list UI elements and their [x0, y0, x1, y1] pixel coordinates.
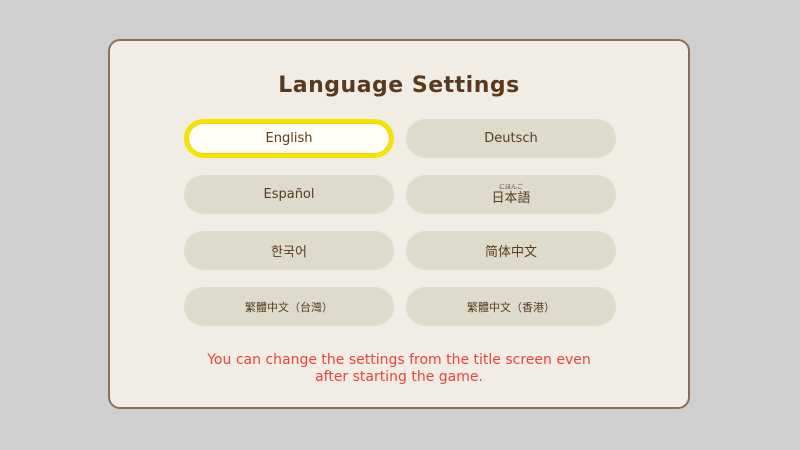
language-option-simplified-chinese[interactable]: 简体中文	[406, 231, 616, 270]
language-option-spanish[interactable]: Español	[184, 175, 394, 214]
language-option-label: Español	[263, 187, 315, 202]
screen-background: Language Settings English Deutsch Españo…	[0, 0, 800, 450]
language-option-label: 日本語	[491, 190, 531, 206]
language-option-label: English	[265, 131, 313, 146]
settings-note: You can change the settings from the tit…	[110, 352, 688, 386]
language-option-japanese[interactable]: にほんご 日本語	[406, 175, 616, 214]
settings-note-line-1: You can change the settings from the tit…	[207, 352, 591, 368]
language-option-traditional-chinese-hongkong[interactable]: 繁體中文（香港）	[406, 287, 616, 326]
language-option-english[interactable]: English	[184, 119, 394, 158]
language-settings-dialog: Language Settings English Deutsch Españo…	[108, 39, 690, 409]
language-option-german[interactable]: Deutsch	[406, 119, 616, 158]
dialog-title: Language Settings	[278, 73, 520, 98]
ruby-text: にほんご 日本語	[491, 183, 531, 206]
language-option-traditional-chinese-taiwan[interactable]: 繁體中文（台灣）	[184, 287, 394, 326]
language-option-furigana: にほんご	[498, 183, 523, 191]
language-option-label: 繁體中文（香港）	[467, 300, 555, 314]
language-options-grid: English Deutsch Español にほんご 日本語 한국어 简体中…	[184, 119, 616, 326]
language-option-korean[interactable]: 한국어	[184, 231, 394, 270]
language-option-label: 繁體中文（台灣）	[245, 300, 333, 314]
settings-note-line-2: after starting the game.	[315, 369, 483, 385]
language-option-label: 한국어	[271, 245, 307, 260]
language-option-label: 简体中文	[484, 245, 537, 260]
language-option-label: Deutsch	[484, 131, 538, 146]
